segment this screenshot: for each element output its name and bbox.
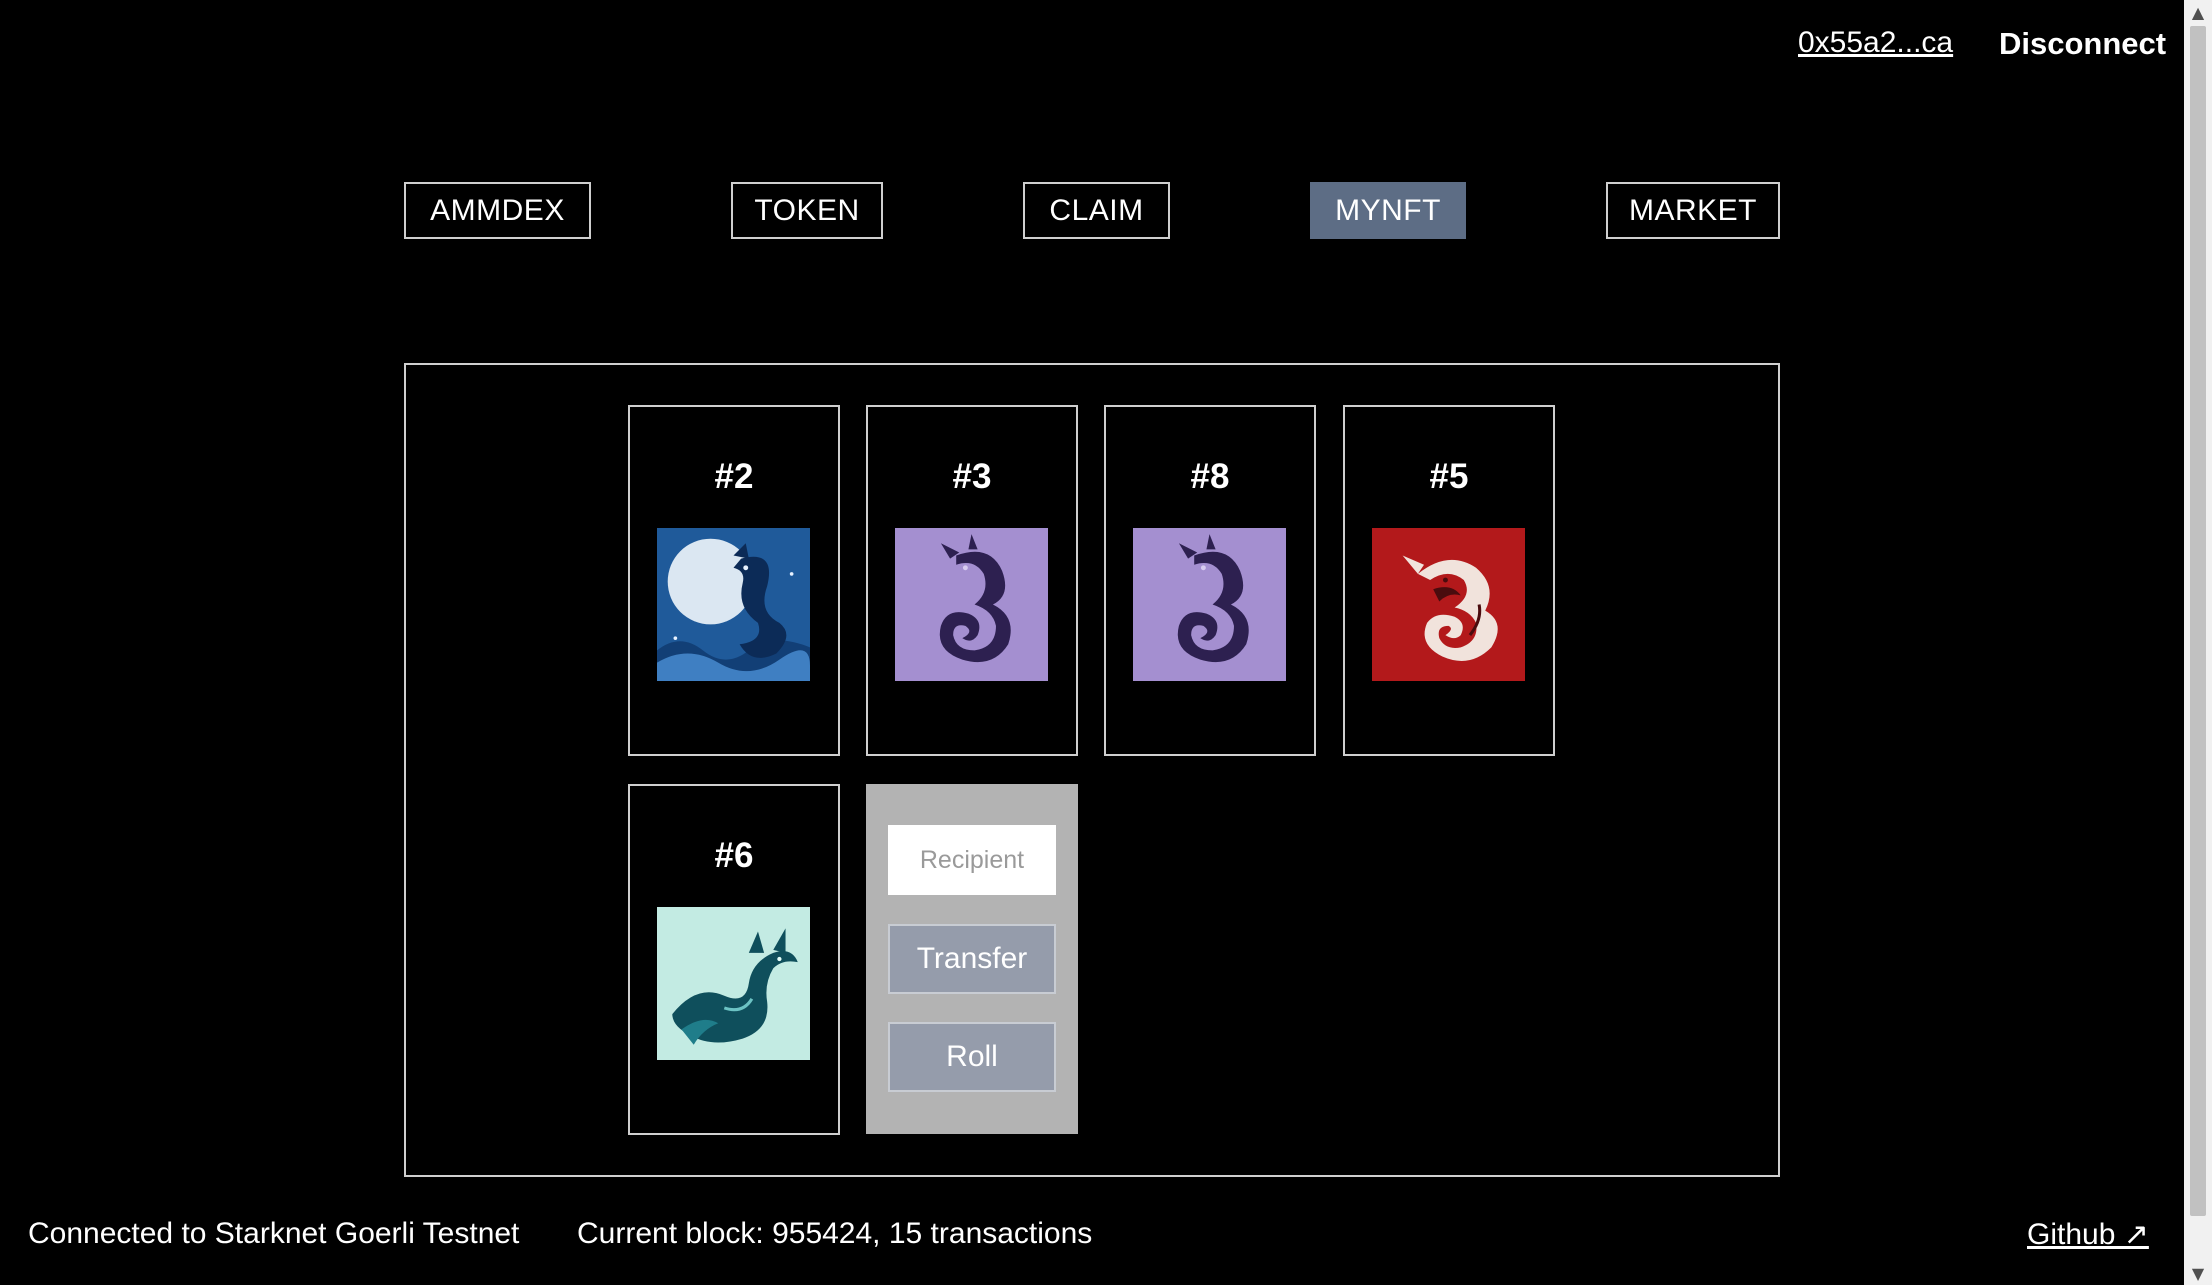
- disconnect-button[interactable]: Disconnect: [1999, 26, 2166, 62]
- block-info: Current block: 955424, 15 transactions: [577, 1217, 1093, 1250]
- network-status: Connected to Starknet Goerli Testnet: [28, 1217, 520, 1250]
- scroll-down-arrow-icon[interactable]: ▼: [2184, 1261, 2212, 1285]
- nft-gallery-panel: [404, 363, 1780, 1177]
- nav-token-button[interactable]: TOKEN: [731, 182, 883, 239]
- scroll-up-arrow-icon[interactable]: ▲: [2184, 0, 2212, 24]
- nav-mynft-button[interactable]: MYNFT: [1310, 182, 1466, 239]
- github-link[interactable]: Github ↗: [2027, 1217, 2149, 1252]
- scrollbar-thumb[interactable]: [2190, 26, 2206, 1216]
- nav-claim-button[interactable]: CLAIM: [1023, 182, 1170, 239]
- wallet-address-link[interactable]: 0x55a2...ca: [1798, 26, 1953, 60]
- nav-ammdex-button[interactable]: AMMDEX: [404, 182, 591, 239]
- nav-market-button[interactable]: MARKET: [1606, 182, 1780, 239]
- vertical-scrollbar[interactable]: ▲ ▼: [2184, 0, 2212, 1285]
- app-page: 0x55a2...ca Disconnect AMMDEX TOKEN CLAI…: [0, 0, 2184, 1285]
